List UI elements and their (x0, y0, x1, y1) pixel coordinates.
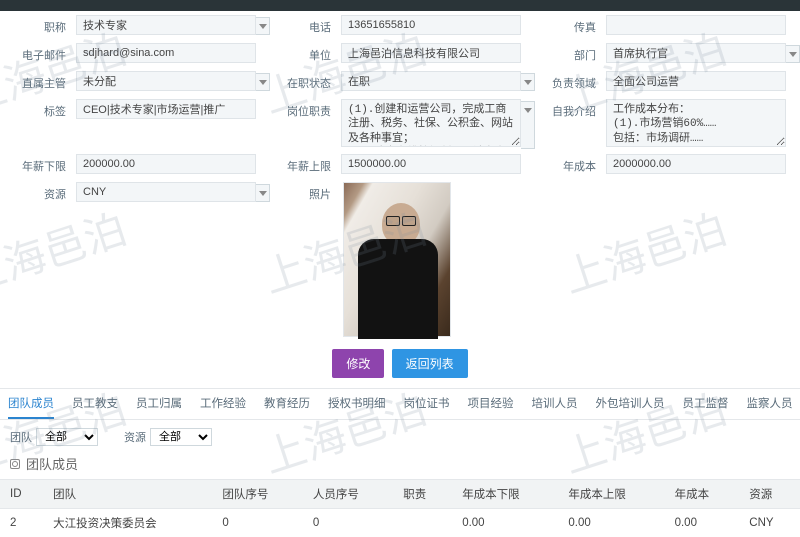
tab-team-members[interactable]: 团队成员 (8, 395, 54, 419)
label-email: 电子邮件 (10, 43, 76, 63)
tab-8[interactable]: 培训人员 (532, 395, 578, 419)
chevron-down-icon[interactable] (521, 73, 535, 91)
tab-2[interactable]: 员工归属 (136, 395, 182, 419)
col-resource[interactable]: 资源 (739, 480, 800, 509)
people-icon (10, 459, 20, 469)
label-duty: 岗位职责 (275, 99, 341, 119)
filter-team-select[interactable]: 全部 (36, 428, 98, 446)
label-fax: 传真 (540, 15, 606, 35)
field-company[interactable] (341, 43, 521, 63)
field-duty[interactable]: (1).创建和运营公司，完成工商注册、税务、社保、公积金、网站及各种事宜； (2… (341, 99, 521, 147)
cell-teamno: 0 (212, 509, 302, 537)
cell-cost: 0.00 (665, 509, 740, 537)
label-tags: 标签 (10, 99, 76, 119)
tab-10[interactable]: 员工监督 (683, 395, 729, 419)
cell-costhigh: 0.00 (558, 509, 664, 537)
tab-11[interactable]: 监察人员 (747, 395, 793, 419)
chevron-down-icon[interactable] (256, 73, 270, 91)
col-personno[interactable]: 人员序号 (303, 480, 393, 509)
button-bar: 修改 返回列表 (0, 341, 800, 389)
field-dept[interactable] (606, 43, 786, 63)
field-resource[interactable] (76, 182, 256, 202)
field-salary-high[interactable] (341, 154, 521, 174)
field-fax[interactable] (606, 15, 786, 35)
col-id[interactable]: ID (0, 480, 43, 509)
chevron-down-icon[interactable] (256, 17, 270, 35)
field-phone[interactable] (341, 15, 521, 35)
cell-resource: CNY (739, 509, 800, 537)
tab-4[interactable]: 教育经历 (264, 395, 310, 419)
tab-7[interactable]: 项目经验 (468, 395, 514, 419)
field-cost[interactable] (606, 154, 786, 174)
label-selfintro: 自我介绍 (540, 99, 606, 119)
label-photo: 照片 (275, 182, 341, 202)
back-button[interactable]: 返回列表 (392, 349, 468, 378)
cell-costlow: 0.00 (452, 509, 558, 537)
col-cost[interactable]: 年成本 (665, 480, 740, 509)
top-bar (0, 0, 800, 11)
col-costlow[interactable]: 年成本下限 (452, 480, 558, 509)
profile-photo[interactable] (343, 182, 451, 337)
col-team[interactable]: 团队 (43, 480, 212, 509)
panel-title-text: 团队成员 (26, 454, 78, 473)
cell-team: 大江投资决策委员会 (43, 509, 212, 537)
label-domain: 负责领域 (540, 71, 606, 91)
label-onjob: 在职状态 (275, 71, 341, 91)
field-selfintro[interactable]: 工作成本分布： (1).市场营销60%…… 包括：市场调研…… (606, 99, 786, 147)
table-header-row: ID 团队 团队序号 人员序号 职责 年成本下限 年成本上限 年成本 资源 (0, 480, 800, 509)
label-phone: 电话 (275, 15, 341, 35)
tab-6[interactable]: 岗位证书 (404, 395, 450, 419)
chevron-down-icon[interactable] (786, 45, 800, 63)
tab-1[interactable]: 员工教支 (72, 395, 118, 419)
filter-label-resource: 资源 (124, 429, 146, 445)
form-area: 职称 电话 传真 电子邮件 单位 部门 直属主管 (0, 11, 800, 337)
label-title: 职称 (10, 15, 76, 35)
chevron-down-icon[interactable] (521, 101, 535, 149)
field-email[interactable] (76, 43, 256, 63)
cell-personno: 0 (303, 509, 393, 537)
cell-id: 2 (0, 509, 43, 537)
col-duty[interactable]: 职责 (393, 480, 452, 509)
filter-resource-select[interactable]: 全部 (150, 428, 212, 446)
label-resource: 资源 (10, 182, 76, 202)
edit-button[interactable]: 修改 (332, 349, 384, 378)
label-salary-high: 年薪上限 (275, 154, 341, 174)
chevron-down-icon[interactable] (256, 184, 270, 202)
tab-9[interactable]: 外包培训人员 (596, 395, 665, 419)
field-domain[interactable] (606, 71, 786, 91)
cell-duty (393, 509, 452, 537)
field-salary-low[interactable] (76, 154, 256, 174)
label-company: 单位 (275, 43, 341, 63)
label-supervisor: 直属主管 (10, 71, 76, 91)
field-title[interactable] (76, 15, 256, 35)
field-onjob[interactable] (341, 71, 521, 91)
filter-row: 团队 全部 资源 全部 (0, 420, 800, 450)
filter-label-team: 团队 (10, 429, 32, 445)
label-cost: 年成本 (540, 154, 606, 174)
tab-3[interactable]: 工作经验 (200, 395, 246, 419)
tab-5[interactable]: 授权书明细 (328, 395, 386, 419)
label-dept: 部门 (540, 43, 606, 63)
field-supervisor[interactable] (76, 71, 256, 91)
table-row[interactable]: 2 大江投资决策委员会 0 0 0.00 0.00 0.00 CNY (0, 509, 800, 537)
label-salary-low: 年薪下限 (10, 154, 76, 174)
tab-bar: 团队成员 员工教支 员工归属 工作经验 教育经历 授权书明细 岗位证书 项目经验… (0, 389, 800, 420)
col-costhigh[interactable]: 年成本上限 (558, 480, 664, 509)
panel-title: 团队成员 (0, 450, 800, 479)
col-teamno[interactable]: 团队序号 (212, 480, 302, 509)
team-table: ID 团队 团队序号 人员序号 职责 年成本下限 年成本上限 年成本 资源 2 … (0, 479, 800, 537)
field-tags[interactable] (76, 99, 256, 119)
